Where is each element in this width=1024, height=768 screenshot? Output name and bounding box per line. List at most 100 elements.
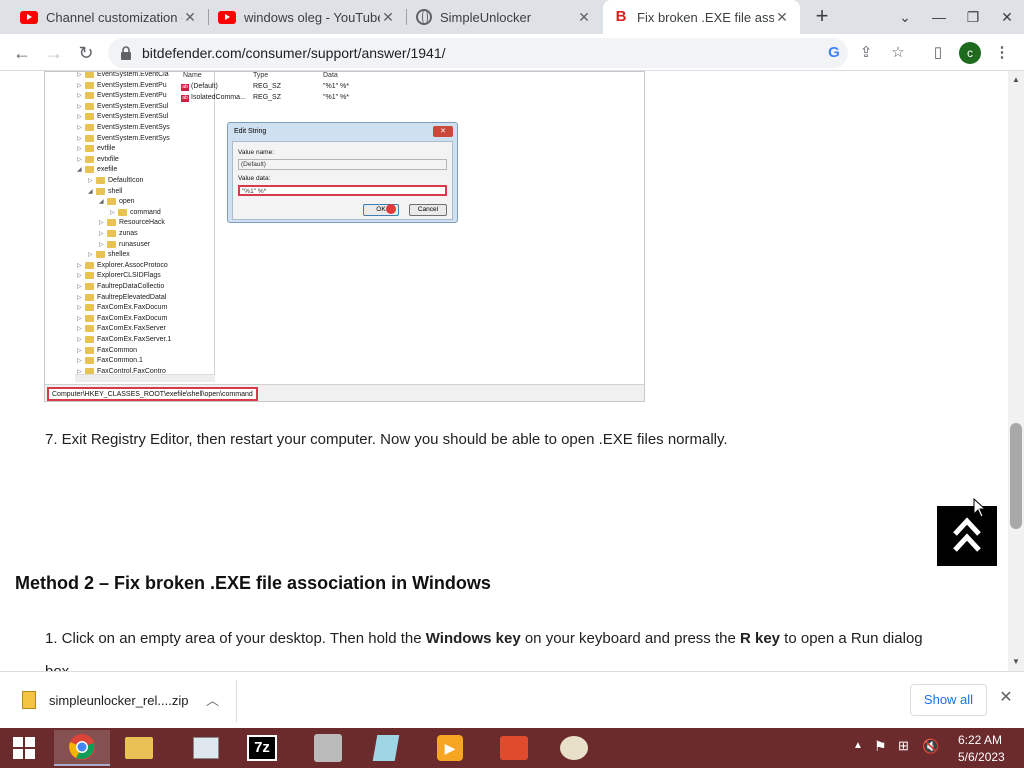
registry-tree-item: ▷ FaultrepDataCollectio xyxy=(77,283,164,290)
registry-tree-item: ▷ evtfile xyxy=(77,145,115,153)
folder-icon xyxy=(85,72,94,78)
tree-item-label: EventSystem.EventSys xyxy=(97,134,170,142)
expander-icon: ◢ xyxy=(88,188,93,195)
side-panel-icon[interactable]: ▯ xyxy=(926,41,950,65)
scroll-up-icon[interactable]: ▲ xyxy=(1012,75,1020,84)
paint-taskbar-button[interactable] xyxy=(546,730,602,766)
value-data: "%1" %* xyxy=(323,94,349,101)
show-all-button[interactable]: Show all xyxy=(910,684,987,716)
tree-item-label: evtxfile xyxy=(97,155,119,163)
tool-icon xyxy=(314,734,342,762)
scroll-down-icon[interactable]: ▼ xyxy=(1012,657,1020,666)
url-text: bitdefender.com/consumer/support/answer/… xyxy=(142,45,446,61)
bookmark-star-icon[interactable]: ☆ xyxy=(886,41,910,65)
expander-icon: ▷ xyxy=(77,358,82,365)
zip-file-icon xyxy=(22,691,36,709)
tab-youtube[interactable]: windows oleg - YouTube ✕ xyxy=(208,0,406,34)
minimize-button[interactable]: — xyxy=(922,0,956,34)
close-tab-icon[interactable]: ✕ xyxy=(774,9,790,26)
taskbar: 7z ▶ ▲ ⚑ ⊞ 🔇 xyxy=(0,728,1024,768)
tree-item-label: shellex xyxy=(108,251,130,259)
close-tab-icon[interactable]: ✕ xyxy=(576,9,592,26)
registry-tree-item: ▷ FaxComEx.FaxDocum xyxy=(77,304,167,312)
restore-button[interactable]: ❐ xyxy=(956,0,990,34)
mouse-cursor-icon xyxy=(973,498,987,518)
task-manager-taskbar-button[interactable] xyxy=(178,730,234,766)
app-taskbar-button[interactable] xyxy=(486,730,542,766)
google-lens-icon[interactable]: G xyxy=(822,41,846,65)
bitdefender-icon: B xyxy=(615,8,627,25)
close-download-bar-icon[interactable]: ✕ xyxy=(996,688,1016,708)
dialog-body: Value name: (Default) Value data: "%1" %… xyxy=(232,141,453,220)
tree-item-label: EventSystem.EventSul xyxy=(97,102,169,110)
folder-icon xyxy=(85,283,94,290)
chrome-taskbar-button[interactable] xyxy=(54,730,110,766)
download-filename[interactable]: simpleunlocker_rel....zip xyxy=(49,693,188,708)
step-1-part: on your keyboard and press the xyxy=(520,630,740,647)
folder-icon xyxy=(85,357,94,365)
page-scrollbar[interactable]: ▲ ▼ xyxy=(1008,71,1024,671)
folder-icon xyxy=(125,737,153,759)
folder-icon xyxy=(85,304,94,312)
expander-icon: ▷ xyxy=(99,241,104,248)
tab-fix-broken-exe[interactable]: B Fix broken .EXE file assoc ✕ xyxy=(603,0,800,34)
close-tab-icon[interactable]: ✕ xyxy=(380,9,396,26)
expander-icon: ▷ xyxy=(77,82,82,89)
column-type-header: Type xyxy=(253,72,269,79)
tree-item-label: EventSystem.EventCla xyxy=(97,71,169,78)
folder-icon xyxy=(85,166,94,174)
value-data-label: Value data: xyxy=(238,175,271,182)
folder-icon xyxy=(85,113,94,121)
media-player-taskbar-button[interactable]: ▶ xyxy=(422,730,478,766)
back-button[interactable]: ← xyxy=(10,41,34,65)
close-tab-icon[interactable]: ✕ xyxy=(182,9,198,26)
7zip-taskbar-button[interactable]: 7z xyxy=(234,730,290,766)
value-name-field: (Default) xyxy=(238,159,447,170)
registry-tree-item: ▷ FaxComEx.FaxDocum xyxy=(77,314,167,322)
chevron-up-icon[interactable]: ︿ xyxy=(206,690,219,709)
folder-icon xyxy=(107,230,116,237)
globe-icon xyxy=(416,9,432,25)
clock-date[interactable]: 5/6/2023 xyxy=(958,750,1005,764)
app-icon xyxy=(500,736,528,760)
folder-icon xyxy=(96,177,105,184)
address-bar[interactable]: bitdefender.com/consumer/support/answer/… xyxy=(108,38,848,68)
tree-item-label: zunas xyxy=(119,230,138,237)
expander-icon: ▷ xyxy=(77,125,82,131)
folder-icon xyxy=(85,134,94,142)
profile-avatar[interactable]: c xyxy=(959,42,981,64)
back-to-top-button[interactable] xyxy=(937,506,997,566)
scroll-thumb[interactable] xyxy=(1010,423,1022,529)
show-hidden-icons-icon[interactable]: ▲ xyxy=(853,740,863,751)
network-icon[interactable]: ⊞ xyxy=(898,738,909,754)
expander-icon: ▷ xyxy=(77,135,82,142)
method-2-heading: Method 2 – Fix broken .EXE file associat… xyxy=(15,573,491,593)
tab-title: Fix broken .EXE file assoc xyxy=(637,9,774,25)
lock-icon xyxy=(121,46,131,60)
value-type: REG_SZ xyxy=(253,94,282,101)
folder-icon xyxy=(85,346,94,354)
reload-button[interactable]: ↻ xyxy=(74,41,98,65)
tab-search-chevron-icon[interactable]: ⌄ xyxy=(888,0,922,34)
start-button[interactable] xyxy=(0,730,48,766)
tab-simpleunlocker[interactable]: SimpleUnlocker ✕ xyxy=(406,0,602,34)
new-tab-button[interactable]: + xyxy=(810,5,834,29)
tree-item-label: FaxComEx.FaxServer xyxy=(97,325,166,333)
notes-taskbar-button[interactable] xyxy=(358,730,414,766)
forward-button[interactable]: → xyxy=(42,41,66,65)
volume-muted-icon[interactable]: 🔇 xyxy=(922,738,939,755)
clock-time[interactable]: 6:22 AM xyxy=(958,733,1002,747)
tool-taskbar-button[interactable] xyxy=(300,730,356,766)
file-explorer-taskbar-button[interactable] xyxy=(111,730,167,766)
registry-tree-item: ▷ DefaultIcon xyxy=(88,177,143,184)
menu-icon[interactable]: ⋮ xyxy=(990,41,1014,65)
action-center-flag-icon[interactable]: ⚑ xyxy=(874,738,887,755)
share-icon[interactable]: ⇪ xyxy=(854,41,878,65)
registry-tree-item: ▷ Explorer.AssocProtoco xyxy=(77,261,168,269)
tree-item-label: EventSystem.EventPu xyxy=(97,81,167,89)
registry-tree-item: ▷ EventSystem.EventSul xyxy=(77,102,169,110)
expander-icon: ▷ xyxy=(99,231,104,237)
close-window-button[interactable]: ✕ xyxy=(990,0,1024,34)
tab-channel-customization[interactable]: Channel customization - ✕ xyxy=(10,0,208,34)
expander-icon: ▷ xyxy=(77,315,82,322)
